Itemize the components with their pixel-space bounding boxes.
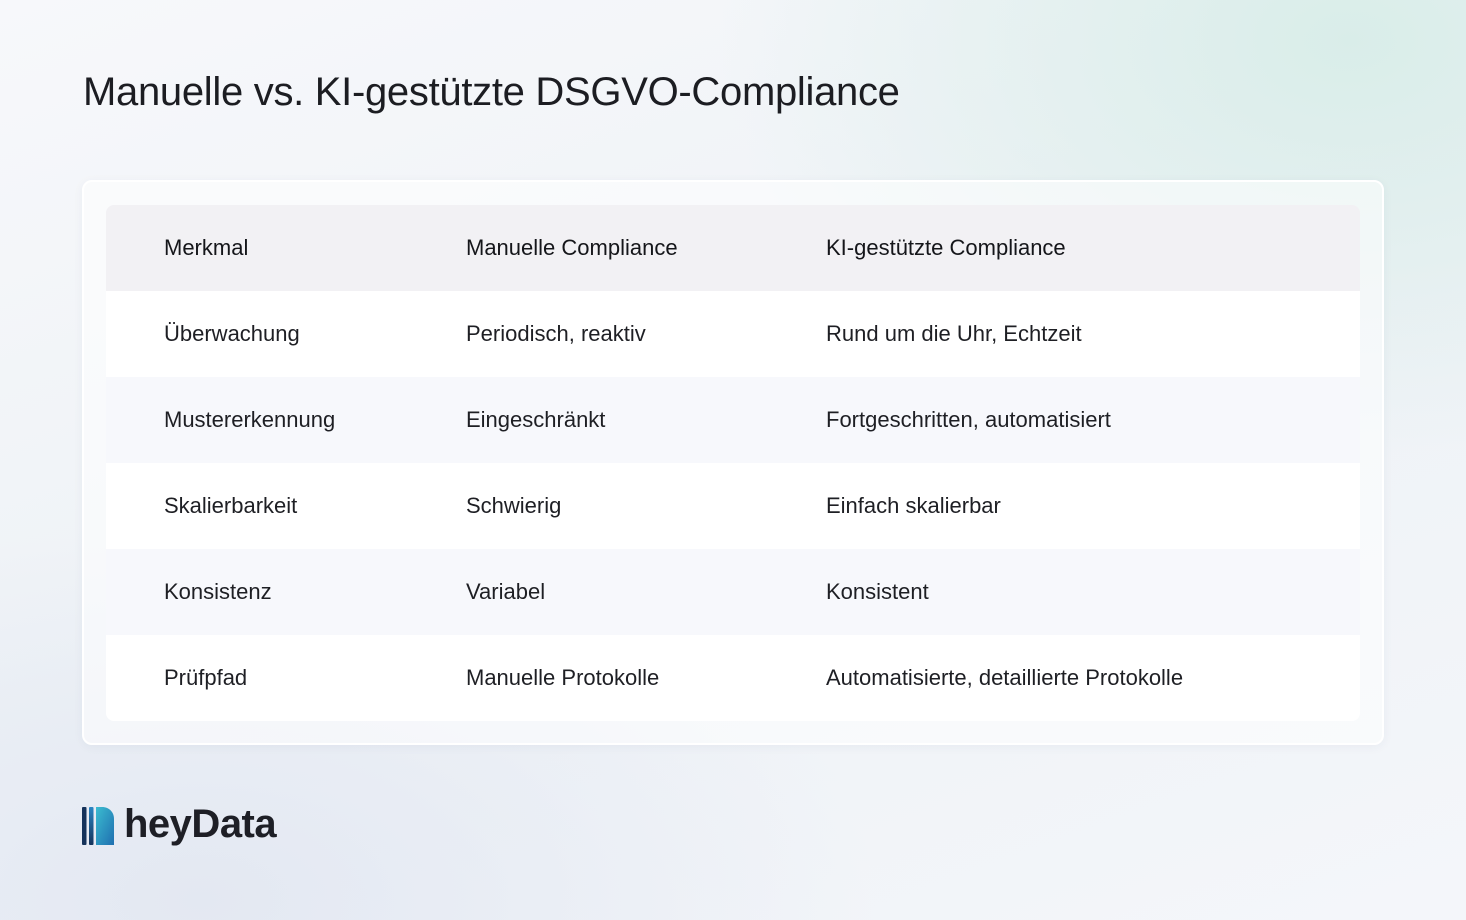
- cell-feature: Konsistenz: [164, 579, 272, 604]
- table-row: Prüfpfad Manuelle Protokolle Automatisie…: [106, 635, 1360, 721]
- comparison-card: Merkmal Manuelle Compliance KI-gestützte…: [82, 180, 1384, 745]
- brand-logo: heyData: [82, 802, 277, 846]
- cell-ai: Konsistent: [826, 579, 929, 604]
- table-row: Konsistenz Variabel Konsistent: [106, 549, 1360, 635]
- cell-ai: Rund um die Uhr, Echtzeit: [826, 321, 1082, 346]
- cell-manual: Periodisch, reaktiv: [466, 321, 646, 346]
- cell-ai: Einfach skalierbar: [826, 493, 1001, 518]
- header-cell-manual: Manuelle Compliance: [466, 235, 678, 260]
- table-row: Skalierbarkeit Schwierig Einfach skalier…: [106, 463, 1360, 549]
- cell-feature: Überwachung: [164, 321, 300, 346]
- cell-feature: Mustererkennung: [164, 407, 336, 432]
- table-row: Überwachung Periodisch, reaktiv Rund um …: [106, 291, 1360, 377]
- table-header-row: Merkmal Manuelle Compliance KI-gestützte…: [106, 205, 1360, 291]
- header-cell-ai: KI-gestützte Compliance: [826, 235, 1066, 260]
- header-cell-feature: Merkmal: [164, 235, 249, 260]
- cell-feature: Skalierbarkeit: [164, 493, 298, 518]
- table-row: Mustererkennung Eingeschränkt Fortgeschr…: [106, 377, 1360, 463]
- cell-manual: Schwierig: [466, 493, 562, 518]
- cell-manual: Manuelle Protokolle: [466, 665, 660, 690]
- cell-manual: Variabel: [466, 579, 546, 604]
- heydata-logo-icon: [82, 807, 114, 845]
- comparison-table: Merkmal Manuelle Compliance KI-gestützte…: [106, 205, 1360, 721]
- page-title: Manuelle vs. KI-gestützte DSGVO-Complian…: [83, 70, 900, 114]
- cell-manual: Eingeschränkt: [466, 407, 606, 432]
- cell-ai: Automatisierte, detaillierte Protokolle: [826, 665, 1184, 690]
- cell-ai: Fortgeschritten, automatisiert: [826, 407, 1111, 432]
- cell-feature: Prüfpfad: [164, 665, 248, 690]
- brand-name: heyData: [124, 802, 277, 846]
